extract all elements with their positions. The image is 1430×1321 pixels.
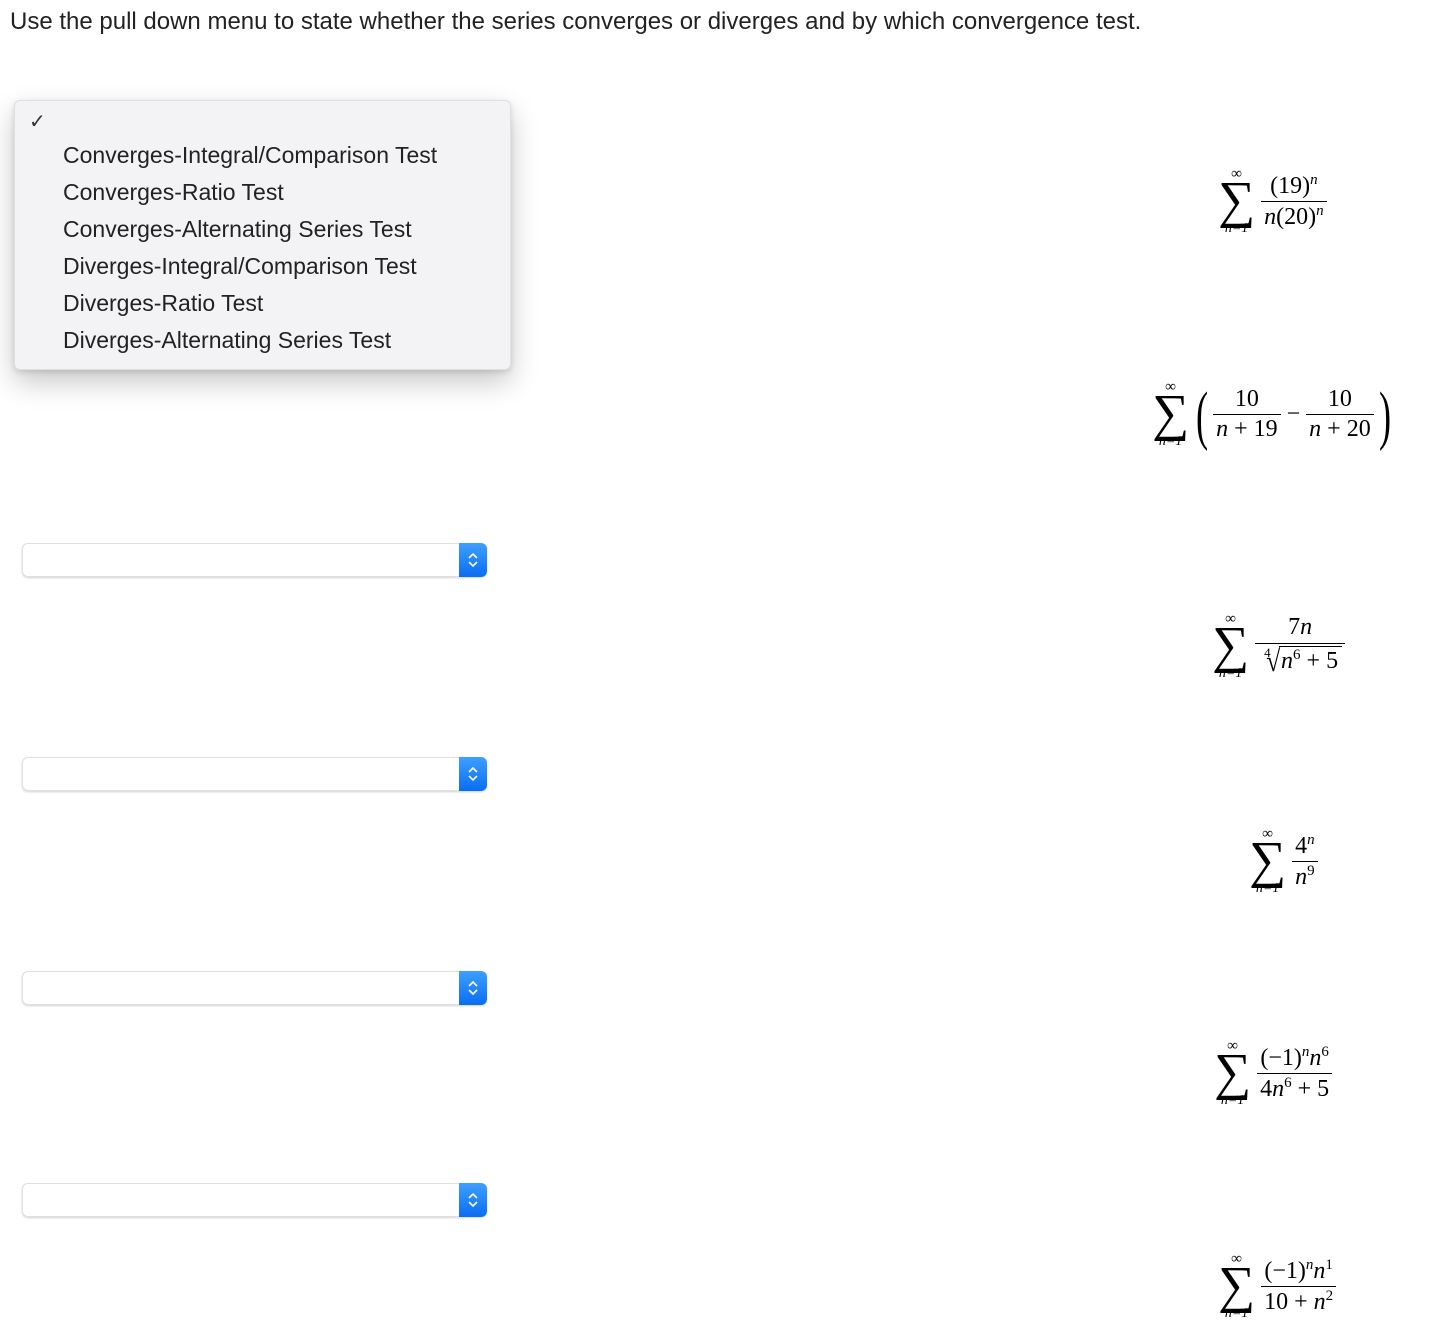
menu-option[interactable]: Diverges-Ratio Test xyxy=(15,285,510,322)
chevron-updown-icon xyxy=(459,757,487,791)
dropdown-menu-open[interactable]: ✓ Converges-Integral/Comparison Test Con… xyxy=(14,100,511,370)
select-value xyxy=(22,543,459,577)
series-formula-2: ∞ ∑ n=1 ( 10 n + 19 − 10 n + 20 ) xyxy=(1152,378,1396,449)
chevron-updown-icon xyxy=(459,971,487,1005)
menu-option[interactable]: Converges-Integral/Comparison Test xyxy=(15,137,510,174)
series-formula-5: ∞ ∑ n=1 (−1)nn6 4n6 + 5 xyxy=(1214,1037,1332,1108)
menu-selected-blank[interactable]: ✓ xyxy=(15,107,510,137)
menu-option[interactable]: Converges-Alternating Series Test xyxy=(15,211,510,248)
chevron-updown-icon xyxy=(459,543,487,577)
series-formula-6: ∞ ∑ n=1 (−1)nn1 10 + n2 xyxy=(1218,1250,1336,1321)
menu-option[interactable]: Converges-Ratio Test xyxy=(15,174,510,211)
answer-select-4[interactable] xyxy=(22,971,487,1005)
series-formula-1: ∞ ∑ n=1 (19)n n(20)n xyxy=(1218,165,1327,236)
series-formula-4: ∞ ∑ n=1 4n n9 xyxy=(1249,825,1318,896)
answer-select-5[interactable] xyxy=(22,1183,487,1217)
answer-select-3[interactable] xyxy=(22,757,487,791)
chevron-updown-icon xyxy=(459,1183,487,1217)
menu-option[interactable]: Diverges-Alternating Series Test xyxy=(15,322,510,359)
instruction-text: Use the pull down menu to state whether … xyxy=(10,8,1141,36)
answer-select-2[interactable] xyxy=(22,543,487,577)
series-formula-3: ∞ ∑ n=1 7n 4 √ n6 + 5 xyxy=(1212,610,1345,681)
select-value xyxy=(22,1183,459,1217)
menu-option[interactable]: Diverges-Integral/Comparison Test xyxy=(15,248,510,285)
select-value xyxy=(22,971,459,1005)
select-value xyxy=(22,757,459,791)
